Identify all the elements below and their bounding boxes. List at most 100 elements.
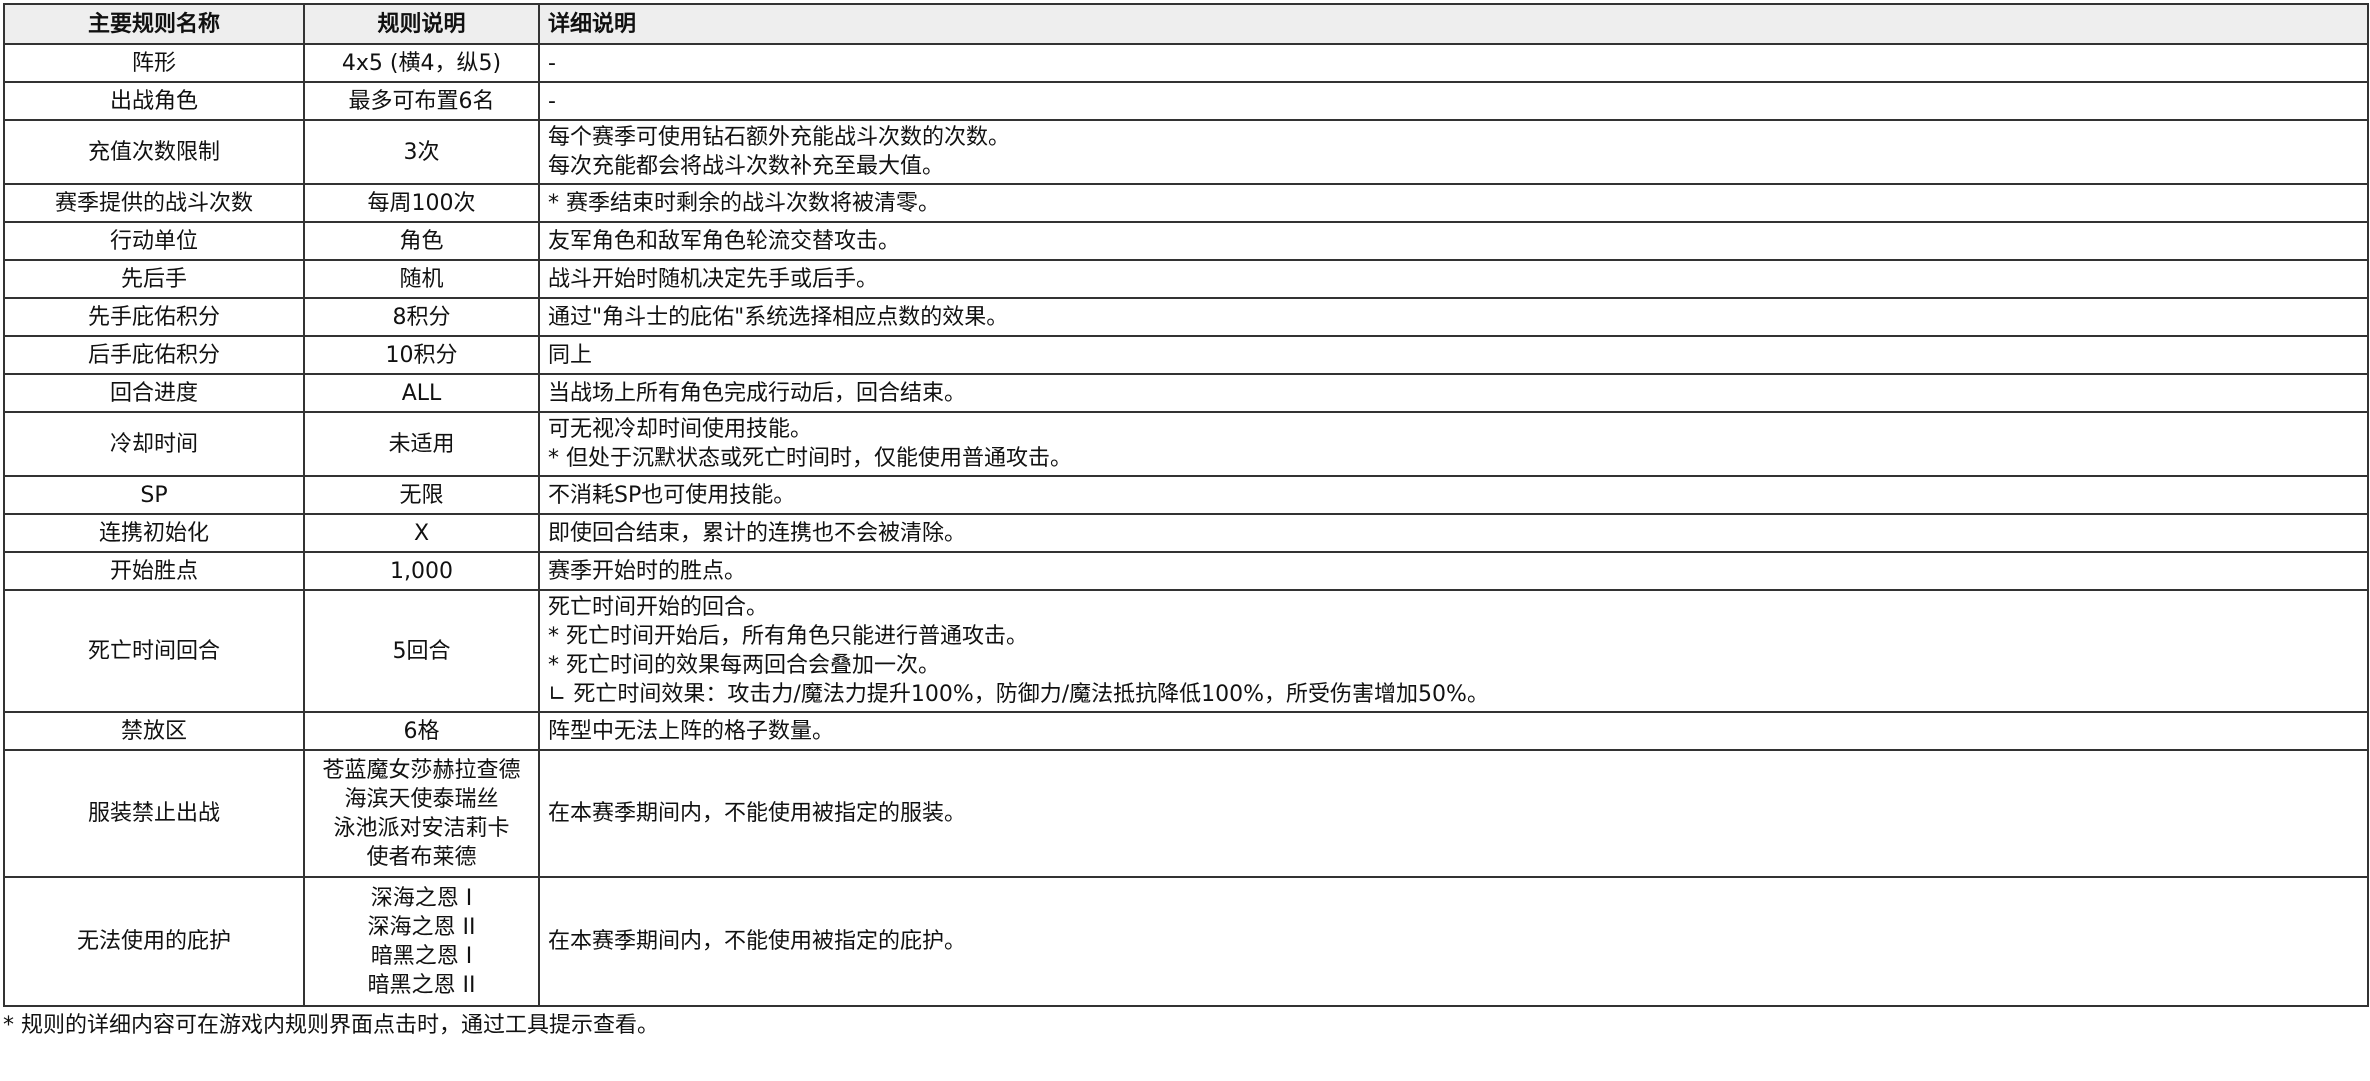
rule-name: SP <box>3 475 305 515</box>
rule-value-line: 4x5 (横4，纵5) <box>341 50 502 76</box>
table-row: 出战角色 最多可布置6名 - <box>3 81 2369 121</box>
header-rule-name: 主要规则名称 <box>3 3 305 45</box>
rule-value-line: 暗黑之恩 II <box>367 972 476 998</box>
rule-value-line: 5回合 <box>392 638 451 664</box>
rule-detail-line: 阵型中无法上阵的格子数量。 <box>548 718 835 744</box>
rule-value-line: 无限 <box>399 482 444 508</box>
rule-detail-line: * 死亡时间开始后，所有角色只能进行普通攻击。 <box>548 624 1028 649</box>
rule-detail-line: * 死亡时间的效果每两回合会叠加一次。 <box>548 653 940 678</box>
table-row: 充值次数限制 3次 每个赛季可使用钻石额外充能战斗次数的次数。 每次充能都会将战… <box>3 119 2369 185</box>
rule-detail-line: 战斗开始时随机决定先手或后手。 <box>548 266 879 292</box>
rule-value-line: 苍蓝魔女莎赫拉查德 <box>322 757 521 783</box>
rule-value-line: ALL <box>401 380 442 406</box>
rule-detail-line: 死亡时间开始的回合。 <box>548 595 769 620</box>
rule-value-line: 3次 <box>403 139 440 165</box>
rule-name: 冷却时间 <box>3 411 305 477</box>
rule-detail-line: 赛季开始时的胜点。 <box>548 558 747 584</box>
rule-detail: 通过"角斗士的庇佑"系统选择相应点数的效果。 <box>538 297 2369 337</box>
header-rule-description: 规则说明 <box>303 3 540 45</box>
rule-detail: 每个赛季可使用钻石额外充能战斗次数的次数。 每次充能都会将战斗次数补充至最大值。 <box>538 119 2369 185</box>
table-row: 阵形 4x5 (横4，纵5) - <box>3 43 2369 83</box>
rule-detail-line: 每个赛季可使用钻石额外充能战斗次数的次数。 <box>548 125 1011 150</box>
rule-name: 后手庇佑积分 <box>3 335 305 375</box>
rule-detail-line: ∟ 死亡时间效果：攻击力/魔法力提升100%，防御力/魔法抵抗降低100%，所受… <box>548 682 1489 707</box>
rule-value: 3次 <box>303 119 540 185</box>
rule-value-line: 未适用 <box>388 431 455 457</box>
rule-name: 充值次数限制 <box>3 119 305 185</box>
table-row: 服装禁止出战 苍蓝魔女莎赫拉查德 海滨天使泰瑞丝 泳池派对安洁莉卡 使者布莱德 … <box>3 749 2369 878</box>
rule-value: 10积分 <box>303 335 540 375</box>
rule-detail-line: 同上 <box>548 342 593 368</box>
rule-detail-line: 可无视冷却时间使用技能。 <box>548 417 813 442</box>
rule-value: 苍蓝魔女莎赫拉查德 海滨天使泰瑞丝 泳池派对安洁莉卡 使者布莱德 <box>303 749 540 878</box>
rule-detail: 可无视冷却时间使用技能。 * 但处于沉默状态或死亡时间时，仅能使用普通攻击。 <box>538 411 2369 477</box>
rule-value-line: 使者布莱德 <box>366 844 477 870</box>
rule-name: 回合进度 <box>3 373 305 413</box>
rule-detail: 不消耗SP也可使用技能。 <box>538 475 2369 515</box>
rule-value: 6格 <box>303 711 540 751</box>
rule-value-line: 每周100次 <box>367 190 476 216</box>
table-row: 回合进度 ALL 当战场上所有角色完成行动后，回合结束。 <box>3 373 2369 413</box>
rule-detail-line: * 但处于沉默状态或死亡时间时，仅能使用普通攻击。 <box>548 446 1072 471</box>
rules-document: 主要规则名称 规则说明 详细说明 阵形 4x5 (横4，纵5) - 出战角色 最… <box>3 3 2369 1041</box>
table-row: 冷却时间 未适用 可无视冷却时间使用技能。 * 但处于沉默状态或死亡时间时，仅能… <box>3 411 2369 477</box>
table-row: 后手庇佑积分 10积分 同上 <box>3 335 2369 375</box>
rule-value: 深海之恩 I 深海之恩 II 暗黑之恩 I 暗黑之恩 II <box>303 876 540 1007</box>
rule-detail-line: 当战场上所有角色完成行动后，回合结束。 <box>548 380 967 406</box>
table-row: 死亡时间回合 5回合 死亡时间开始的回合。 * 死亡时间开始后，所有角色只能进行… <box>3 589 2369 713</box>
footnote: * 规则的详细内容可在游戏内规则界面点击时，通过工具提示查看。 <box>3 1013 659 1038</box>
rule-value-line: 深海之恩 I <box>370 885 473 911</box>
header-detail: 详细说明 <box>538 3 2369 45</box>
rule-name: 出战角色 <box>3 81 305 121</box>
rule-detail-line: * 赛季结束时剩余的战斗次数将被清零。 <box>548 190 940 216</box>
table-row: 开始胜点 1,000 赛季开始时的胜点。 <box>3 551 2369 591</box>
rule-value-line: 随机 <box>399 266 444 292</box>
table-row: 先后手 随机 战斗开始时随机决定先手或后手。 <box>3 259 2369 299</box>
rule-value-line: 1,000 <box>390 558 453 584</box>
rule-detail: 当战场上所有角色完成行动后，回合结束。 <box>538 373 2369 413</box>
table-row: 先手庇佑积分 8积分 通过"角斗士的庇佑"系统选择相应点数的效果。 <box>3 297 2369 337</box>
rule-value: X <box>303 513 540 553</box>
rule-value-line: 暗黑之恩 I <box>370 943 473 969</box>
rule-detail: 在本赛季期间内，不能使用被指定的服装。 <box>538 749 2369 878</box>
rule-name: 阵形 <box>3 43 305 83</box>
rule-detail-line: 在本赛季期间内，不能使用被指定的庇护。 <box>548 929 967 954</box>
rule-value: 随机 <box>303 259 540 299</box>
rule-value-line: 最多可布置6名 <box>348 88 495 114</box>
table-row: 连携初始化 X 即使回合结束，累计的连携也不会被清除。 <box>3 513 2369 553</box>
rule-detail-line: - <box>548 88 556 114</box>
rule-value: 角色 <box>303 221 540 261</box>
rule-name: 服装禁止出战 <box>3 749 305 878</box>
rule-value-line: 8积分 <box>392 304 451 330</box>
rule-detail-line: 即使回合结束，累计的连携也不会被清除。 <box>548 520 967 546</box>
rule-detail-line: 在本赛季期间内，不能使用被指定的服装。 <box>548 801 967 826</box>
rule-detail: 赛季开始时的胜点。 <box>538 551 2369 591</box>
rule-value: 未适用 <box>303 411 540 477</box>
rule-value-line: X <box>413 520 430 546</box>
rule-value-line: 10积分 <box>385 342 458 368</box>
rule-value: 1,000 <box>303 551 540 591</box>
rule-detail: 死亡时间开始的回合。 * 死亡时间开始后，所有角色只能进行普通攻击。 * 死亡时… <box>538 589 2369 713</box>
rule-detail-line: 友军角色和敌军角色轮流交替攻击。 <box>548 228 901 254</box>
rule-value: 4x5 (横4，纵5) <box>303 43 540 83</box>
rule-name: 死亡时间回合 <box>3 589 305 713</box>
rule-detail: 战斗开始时随机决定先手或后手。 <box>538 259 2369 299</box>
table-row: 禁放区 6格 阵型中无法上阵的格子数量。 <box>3 711 2369 751</box>
rule-detail-line: 通过"角斗士的庇佑"系统选择相应点数的效果。 <box>548 304 1009 330</box>
rule-detail-line: 每次充能都会将战斗次数补充至最大值。 <box>548 154 945 179</box>
rule-name: 先后手 <box>3 259 305 299</box>
rule-name: 先手庇佑积分 <box>3 297 305 337</box>
rule-name: 连携初始化 <box>3 513 305 553</box>
rule-detail: * 赛季结束时剩余的战斗次数将被清零。 <box>538 183 2369 223</box>
rule-value: 5回合 <box>303 589 540 713</box>
rule-value-line: 海滨天使泰瑞丝 <box>344 786 499 812</box>
rule-detail: - <box>538 43 2369 83</box>
rule-value: 无限 <box>303 475 540 515</box>
rules-table: 主要规则名称 规则说明 详细说明 阵形 4x5 (横4，纵5) - 出战角色 最… <box>3 3 2369 1007</box>
rule-detail: 阵型中无法上阵的格子数量。 <box>538 711 2369 751</box>
table-row: 行动单位 角色 友军角色和敌军角色轮流交替攻击。 <box>3 221 2369 261</box>
rule-detail: 在本赛季期间内，不能使用被指定的庇护。 <box>538 876 2369 1007</box>
rule-name: 开始胜点 <box>3 551 305 591</box>
rule-name: 赛季提供的战斗次数 <box>3 183 305 223</box>
rule-detail: 即使回合结束，累计的连携也不会被清除。 <box>538 513 2369 553</box>
